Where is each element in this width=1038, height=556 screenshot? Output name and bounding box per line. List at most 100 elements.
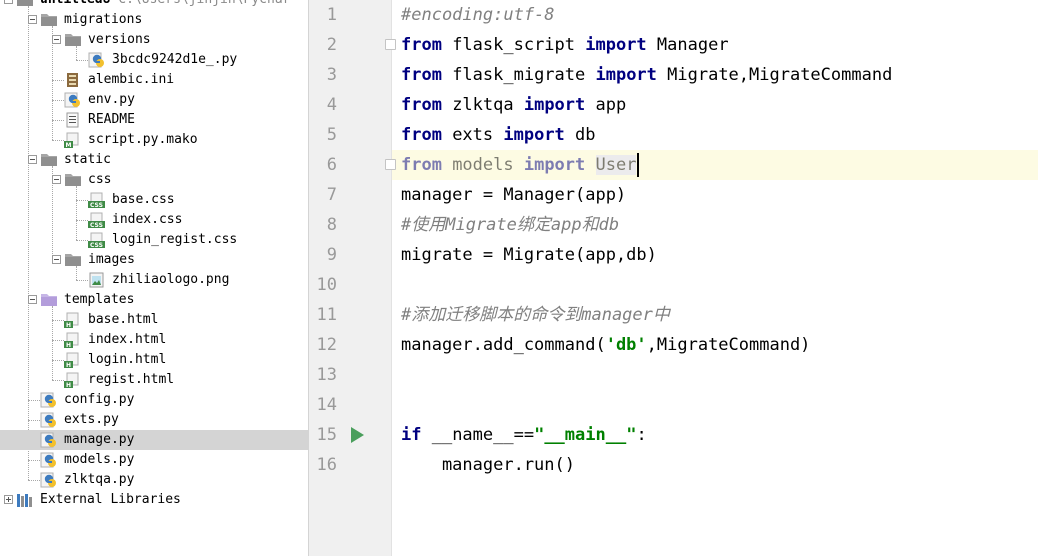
code-area[interactable]: #encoding:utf-8 from flask_script import … [309,0,1038,556]
code-line[interactable]: #使用Migrate绑定app和db [309,210,1038,240]
line-number: 4 [326,95,337,115]
html-file-icon: H [64,372,82,389]
tree-item-index-css[interactable]: CSS index.css [0,210,308,230]
svg-text:CSS: CSS [90,202,103,208]
code-line[interactable] [309,270,1038,300]
tree-item-css[interactable]: css [0,170,308,190]
tree-item-readme[interactable]: README [0,110,308,130]
tree-item-base-css[interactable]: CSS base.css [0,190,308,210]
tree-item-regist-html[interactable]: Hregist.html [0,370,308,390]
code-line[interactable]: manager = Manager(app) [309,180,1038,210]
css-file-icon: CSS [88,212,106,229]
collapse-toggle-icon[interactable] [52,255,61,264]
code-line[interactable] [309,390,1038,420]
code-line[interactable]: from models import User [309,150,1038,180]
folder-icon [64,172,82,188]
tree-item-version-file[interactable]: 3bcdc9242d1e_.py [0,50,308,70]
line-number: 10 [316,275,337,295]
code-line[interactable]: if __name__=="__main__": [309,420,1038,450]
collapse-toggle-icon[interactable] [28,15,37,24]
tree-item-models-py[interactable]: models.py [0,450,308,470]
project-tree[interactable]: untitled8 C:\Users\jinjin\Pychar migratio… [0,0,309,556]
code-line[interactable]: manager.add_command('db',MigrateCommand) [309,330,1038,360]
code-token: from [401,65,442,85]
tree-item-versions[interactable]: versions [0,30,308,50]
tree-item-index-html[interactable]: Hindex.html [0,330,308,350]
collapse-toggle-icon[interactable] [28,295,37,304]
svg-text:CSS: CSS [90,222,103,228]
tree-item-images[interactable]: images [0,250,308,270]
code-token: import [595,65,657,85]
tree-item-label: migrations [64,12,143,27]
code-line[interactable]: from flask_script import Manager [309,30,1038,60]
tree-item-static[interactable]: static [0,150,308,170]
collapse-toggle-icon[interactable] [4,0,13,4]
tree-item-external-libs[interactable]: External Libraries [0,490,308,510]
collapse-toggle-icon[interactable] [52,175,61,184]
line-number: 13 [316,365,337,385]
tree-item-env-py[interactable]: env.py [0,90,308,110]
tree-item-config-py[interactable]: config.py [0,390,308,410]
code-token: from [401,125,442,145]
code-token: Manager [646,35,729,55]
tree-item-root[interactable]: untitled8 C:\Users\jinjin\Pychar [0,0,308,10]
code-token: #添加迁移脚本的命令到manager中 [401,305,670,325]
code-line-text: manager.add_command('db',MigrateCommand) [401,330,810,360]
tree-item-label: versions [88,32,151,47]
fold-marker-icon[interactable] [385,159,396,170]
tree-item-label: login_regist.css [112,232,238,247]
line-number: 8 [326,215,337,235]
code-token: exts [441,125,504,145]
code-line[interactable]: migrate = Migrate(app,db) [309,240,1038,270]
expand-toggle-icon[interactable] [4,495,13,504]
tree-item-zlktqa-py[interactable]: zlktqa.py [0,470,308,490]
tree-item-label: static [64,152,111,167]
code-line[interactable]: from flask_migrate import Migrate,Migrat… [309,60,1038,90]
tree-item-label: config.py [64,392,135,407]
line-number: 14 [316,395,337,415]
tree-item-logo-png[interactable]: zhiliaologo.png [0,270,308,290]
collapse-toggle-icon[interactable] [52,35,61,44]
code-line[interactable]: #encoding:utf-8 [309,0,1038,30]
tree-item-login-html[interactable]: Hlogin.html [0,350,308,370]
html-file-icon: H [64,312,82,329]
python-file-icon [64,92,82,108]
code-line-text: manager.run() [401,450,575,480]
code-token: __name__== [421,425,535,445]
code-line-text: from flask_migrate import Migrate,Migrat… [401,60,892,90]
code-token: : [636,425,647,445]
tree-item-script-mako[interactable]: Mscript.py.mako [0,130,308,150]
code-line[interactable]: from zlktqa import app [309,90,1038,120]
code-line[interactable]: #添加迁移脚本的命令到manager中 [309,300,1038,330]
tree-item-label: templates [64,292,135,307]
tree-item-label: zhiliaologo.png [112,272,230,287]
line-number: 1 [326,5,337,25]
run-arrow-icon[interactable] [351,427,364,443]
code-line[interactable] [309,360,1038,390]
code-token: ,MigrateCommand) [646,335,811,355]
tree-item-label: base.css [112,192,175,207]
code-line[interactable]: from exts import db [309,120,1038,150]
line-number-gutter[interactable]: 1 2 3 4 5 6 7 8 9 10 11 12 13 14 15 16 [309,0,396,556]
code-editor[interactable]: #encoding:utf-8 from flask_script import … [309,0,1038,556]
code-token: 'db' [605,335,647,355]
collapse-toggle-icon[interactable] [28,155,37,164]
tree-item-migrations[interactable]: migrations [0,10,308,30]
code-token: app [585,95,627,115]
css-file-icon: CSS [88,232,106,249]
code-token: User [595,155,637,175]
tree-item-label: regist.html [88,372,175,387]
libraries-icon [16,492,34,508]
html-file-icon: H [64,332,82,349]
svg-text:CSS: CSS [90,242,103,248]
tree-item-templates[interactable]: templates [0,290,308,310]
code-line[interactable]: manager.run() [309,450,1038,480]
tree-item-base-html[interactable]: Hbase.html [0,310,308,330]
fold-marker-icon[interactable] [385,39,396,50]
tree-item-alembic-ini[interactable]: alembic.ini [0,70,308,90]
tree-item-manage-py[interactable]: manage.py [0,430,308,450]
tree-item-exts-py[interactable]: exts.py [0,410,308,430]
python-file-icon [40,472,58,488]
tree-item-login-regist-css[interactable]: CSS login_regist.css [0,230,308,250]
